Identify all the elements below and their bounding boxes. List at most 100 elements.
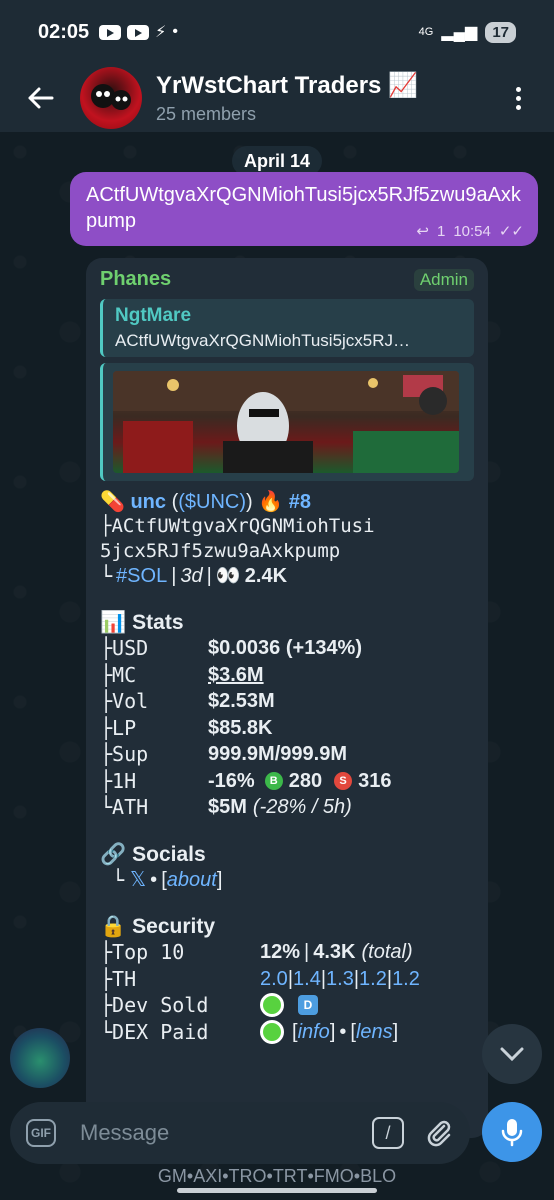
casino-scene-icon	[113, 371, 459, 473]
h1-change: -16%	[208, 769, 255, 792]
message-time: 10:54	[453, 222, 491, 240]
security-th: ├TH 2.0 | 1.4 | 1.3 | 1.2 | 1.2	[100, 966, 420, 993]
stat-label: ├MC	[100, 662, 137, 687]
th-value-1[interactable]: 2.0	[260, 966, 288, 993]
scroll-down-button[interactable]	[482, 1024, 542, 1084]
stat-value: $2.53M	[208, 690, 275, 712]
ticker-link[interactable]: ($UNC)	[178, 491, 246, 513]
bot-keyboard-strip: GM•AXI•TRO•TRT•FMO•BLO	[157, 1166, 397, 1186]
contract-address-line1[interactable]: ├ACtfUWtgvaXrQGNMiohTusi	[100, 514, 474, 539]
chat-header: YrWstChart Traders 📈 25 members	[0, 64, 554, 132]
sender-name[interactable]: Phanes	[100, 268, 171, 291]
stat-label: ├Vol	[100, 689, 149, 713]
view-count: 2.4K	[244, 565, 288, 587]
reply-snippet: ACtfUWtgvaXrQGNMiohTusi5jcx5RJ…	[115, 331, 411, 350]
th-value-2[interactable]: 1.4	[293, 966, 321, 993]
chevron-down-icon	[500, 1047, 524, 1062]
security-title: Security	[132, 915, 216, 938]
incoming-message[interactable]: Phanes Admin NgtMare ACtfUWtgvaXrQGNMioh…	[86, 258, 488, 1138]
signal-icon: ▂▄▆	[441, 24, 478, 41]
status-bar: 02:05 ⚡ • 4G ▂▄▆ 17	[0, 0, 554, 64]
stat-row: ├Sup 999.9M/999.9M	[100, 741, 474, 768]
admin-badge: Admin	[413, 268, 474, 291]
dev-sold-check-icon	[260, 993, 284, 1018]
mic-button[interactable]	[482, 1102, 542, 1162]
stat-value: $85.8K	[208, 716, 273, 739]
buy-icon: B	[264, 771, 283, 790]
network-label: 4G	[418, 26, 434, 38]
contract-address-line2[interactable]: 5jcx5RJf5zwu9aAxkpump	[100, 539, 474, 564]
th-value-4[interactable]: 1.2	[359, 966, 387, 993]
eyes-icon: 👀	[215, 565, 241, 587]
youtube-icon	[99, 24, 122, 40]
security-dex-paid: └DEX Paid [info] • [lens]	[100, 1019, 399, 1046]
info-link[interactable]: info	[298, 1019, 330, 1046]
dot-icon: •	[172, 23, 178, 40]
more-menu-button[interactable]	[498, 64, 538, 132]
avatar-characters-icon	[91, 84, 131, 110]
stat-row: ├MC $3.6M	[100, 662, 474, 689]
member-count: 25 members	[156, 104, 257, 124]
stat-row: ├USD $0.0036 (+134%)	[100, 635, 474, 662]
lock-icon: 🔒	[100, 915, 127, 938]
token-ticker: (($UNC))	[171, 491, 253, 513]
back-arrow-icon	[28, 87, 54, 109]
ath-note: (-28% / 5h)	[252, 796, 352, 818]
ath-value: $5M	[208, 796, 247, 818]
link-icon: 🔗	[100, 842, 127, 866]
stat-value: $0.0036 (+134%)	[208, 637, 363, 659]
token-age: 3d	[180, 565, 203, 587]
back-button[interactable]	[0, 64, 80, 132]
th-value-5[interactable]: 1.2	[392, 966, 420, 993]
microphone-icon	[501, 1119, 523, 1147]
stats-list: ├USD $0.0036 (+134%) ├MC $3.6M ├Vol $2.53M ├LP…	[100, 635, 474, 768]
double-check-icon: ✓✓	[498, 223, 524, 240]
buy-count: 280	[288, 769, 323, 792]
th-value-3[interactable]: 1.3	[326, 966, 354, 993]
group-title[interactable]: YrWstChart Traders 📈	[156, 71, 418, 100]
quoted-reply[interactable]: NgtMare ACtfUWtgvaXrQGNMiohTusi5jcx5RJ…	[100, 299, 474, 357]
link-preview[interactable]	[100, 363, 474, 481]
sell-count: 316	[358, 769, 392, 792]
sell-icon: S	[334, 771, 353, 790]
home-indicator	[177, 1188, 377, 1193]
token-name-link[interactable]: unc	[130, 491, 166, 513]
chart-icon: 📊	[100, 611, 127, 634]
group-avatar[interactable]	[80, 67, 142, 129]
preview-image[interactable]	[113, 371, 459, 473]
stats-title: Stats	[132, 611, 184, 634]
attach-icon[interactable]	[424, 1118, 454, 1148]
reply-arrow-icon: ↩	[416, 223, 429, 240]
about-link[interactable]: about	[167, 867, 217, 894]
lens-link[interactable]: lens	[356, 1019, 393, 1046]
stat-row: ├Vol $2.53M	[100, 688, 474, 715]
stat-label: ├Sup	[100, 742, 149, 766]
reply-count[interactable]: 1	[437, 223, 445, 240]
chain-hashtag[interactable]: #SOL	[116, 564, 167, 589]
message-input-bar: GIF Message /	[10, 1102, 470, 1164]
security-top10: ├Top 10 12% | 4.3K (total)	[100, 940, 413, 964]
bot-command-icon[interactable]: /	[372, 1117, 404, 1149]
x-link[interactable]: 𝕏	[130, 867, 146, 894]
stat-label: ├USD	[100, 636, 149, 660]
dex-paid-check-icon	[260, 1019, 284, 1044]
youtube-icon	[127, 24, 150, 40]
message-input[interactable]: Message	[80, 1120, 372, 1146]
battery-indicator: 17	[485, 21, 516, 43]
phone-icon: ⚡	[155, 24, 167, 41]
gif-button[interactable]: GIF	[26, 1119, 56, 1147]
stat-value: 999.9M/999.9M	[208, 743, 347, 765]
fire-icon: 🔥	[258, 491, 284, 513]
stat-ath: └ATH $5M (-28% / 5h)	[100, 795, 352, 819]
dev-badge-icon[interactable]: D	[298, 995, 318, 1016]
outgoing-message[interactable]: ACtfUWtgvaXrQGNMiohTusi5jcx5RJf5zwu9aAxk…	[70, 172, 538, 246]
security-dev-sold: ├Dev Sold D	[100, 992, 474, 1019]
stat-value[interactable]: $3.6M	[208, 662, 264, 689]
stat-1h: ├1H -16% B 280 S 316	[100, 768, 392, 793]
socials-title: Socials	[132, 842, 206, 866]
rank-link[interactable]: #8	[289, 491, 311, 513]
reply-author: NgtMare	[115, 305, 192, 326]
stat-label: ├LP	[100, 715, 137, 740]
pill-icon: 💊	[100, 491, 125, 513]
sender-avatar[interactable]	[10, 1028, 70, 1088]
